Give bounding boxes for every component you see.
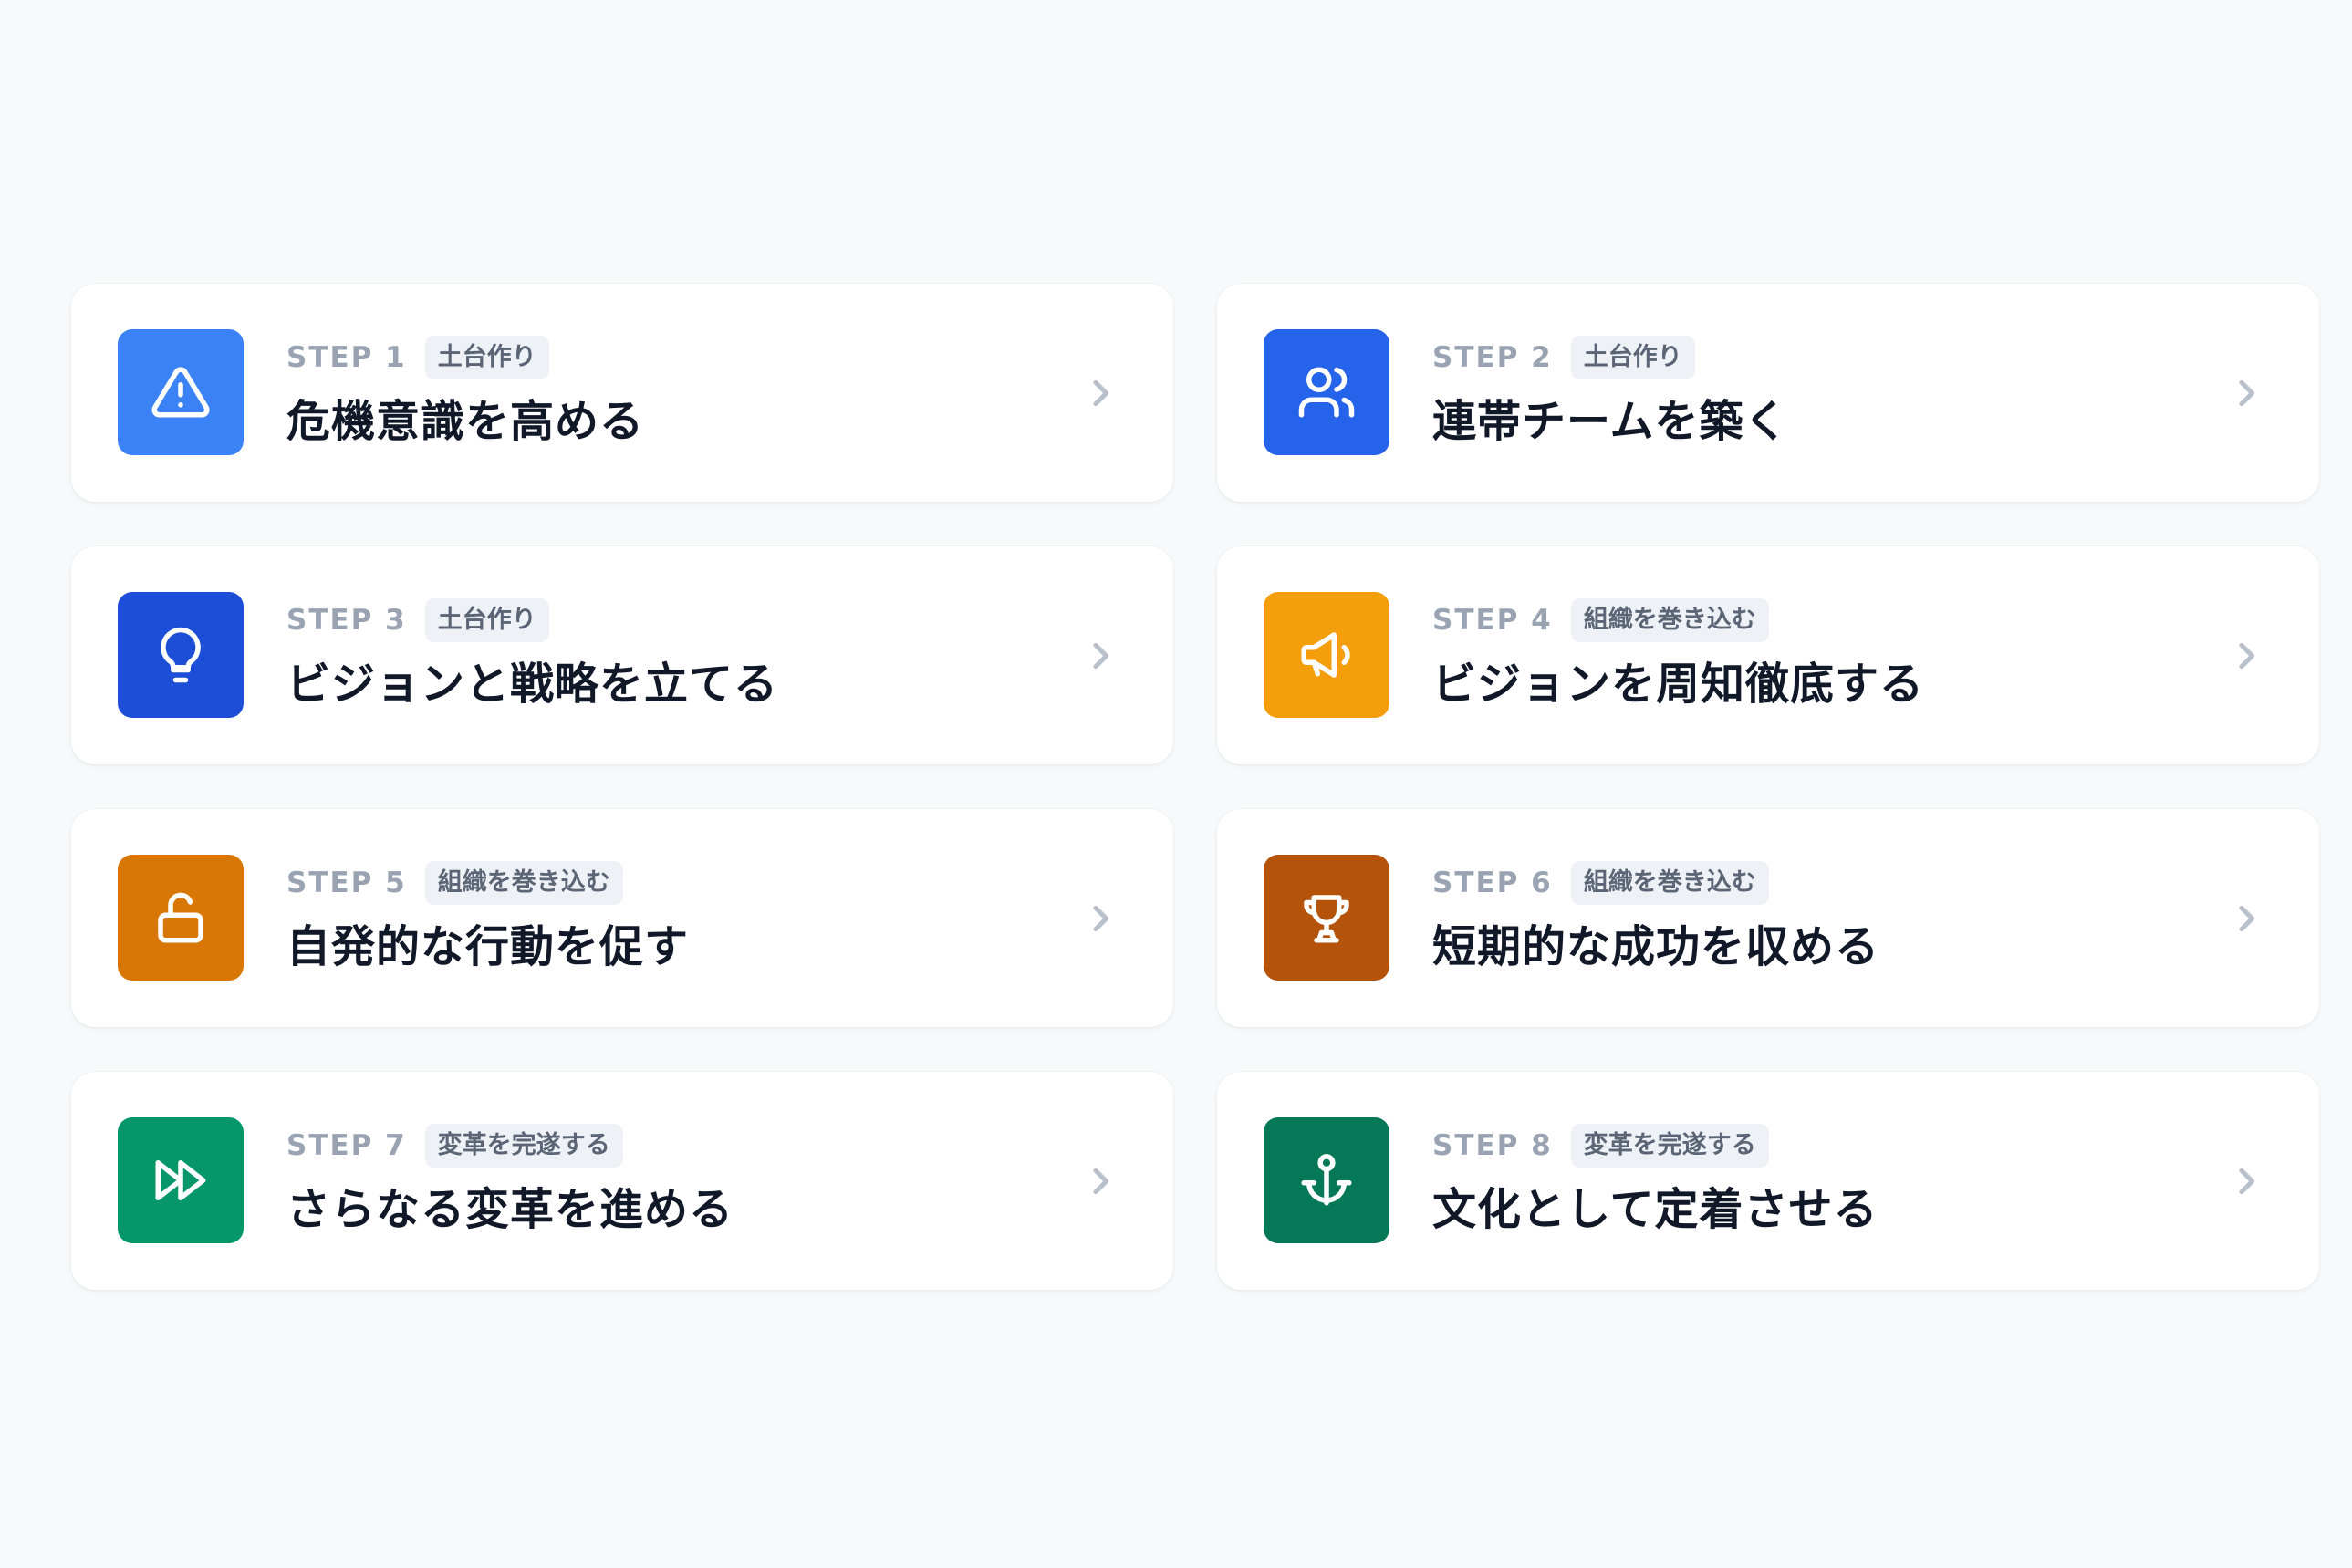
step-card-7[interactable]: STEP 7 変革を完遂する さらなる変革を進める (71, 1072, 1173, 1290)
step-text: STEP 7 変革を完遂する さらなる変革を進める (286, 1122, 734, 1237)
phase-badge: 組織を巻き込む (1570, 861, 1769, 905)
lightbulb-icon (161, 627, 201, 683)
phase-badge: 土台作り (424, 598, 549, 642)
step-text: STEP 3 土台作り ビジョンと戦略を立てる (286, 597, 778, 711)
step-meta: STEP 3 土台作り (286, 597, 778, 644)
step-number: STEP 8 (1432, 1129, 1553, 1162)
step-title: ビジョンと戦略を立てる (286, 659, 779, 710)
chevron-right-icon (1082, 900, 1119, 937)
step-icon-tile (1264, 1117, 1389, 1243)
step-number: STEP 7 (286, 1129, 407, 1162)
step-title: 短期的な成功を収める (1432, 921, 1880, 972)
steps-grid: STEP 1 土台作り 危機意識を高める STEP 2 土台作り 連帯チームを築… (71, 284, 2319, 1290)
step-text: STEP 1 土台作り 危機意識を高める (286, 334, 644, 449)
step-icon-tile (118, 1117, 244, 1243)
phase-badge: 組織を巻き込む (424, 861, 623, 905)
step-number: STEP 2 (1432, 341, 1553, 374)
phase-badge: 組織を巻き込む (1570, 598, 1769, 642)
step-card-1[interactable]: STEP 1 土台作り 危機意識を高める (71, 284, 1173, 502)
chevron-right-icon (1082, 375, 1119, 411)
anchor-icon (1301, 1154, 1352, 1206)
step-icon-tile (1264, 592, 1389, 718)
step-card-4[interactable]: STEP 4 組織を巻き込む ビジョンを周知徹底する (1217, 546, 2319, 764)
step-title: 自発的な行動を促す (286, 921, 690, 972)
trophy-icon (1304, 895, 1349, 943)
unlock-icon (158, 892, 203, 943)
step-card-8[interactable]: STEP 8 変革を完遂する 文化として定着させる (1217, 1072, 2319, 1290)
step-icon-tile (118, 329, 244, 455)
step-meta: STEP 7 変革を完遂する (286, 1122, 734, 1169)
users-icon (1298, 367, 1355, 418)
step-number: STEP 5 (286, 867, 407, 899)
chevron-right-icon (1082, 1163, 1119, 1199)
chevron-right-icon (2228, 638, 2264, 674)
step-text: STEP 4 組織を巻き込む ビジョンを周知徹底する (1432, 597, 1924, 711)
step-number: STEP 1 (286, 341, 407, 374)
step-text: STEP 6 組織を巻き込む 短期的な成功を収める (1432, 859, 1879, 974)
step-text: STEP 2 土台作り 連帯チームを築く (1432, 334, 1789, 449)
step-icon-tile (1264, 855, 1389, 981)
step-number: STEP 3 (286, 604, 407, 637)
step-title: ビジョンを周知徹底する (1432, 659, 1925, 710)
fast-forward-icon (155, 1160, 206, 1200)
megaphone-icon (1301, 632, 1350, 678)
step-meta: STEP 6 組織を巻き込む (1432, 859, 1879, 907)
step-icon-tile (1264, 329, 1389, 455)
warning-triangle-icon (151, 367, 210, 418)
step-text: STEP 5 組織を巻き込む 自発的な行動を促す (286, 859, 689, 974)
step-meta: STEP 4 組織を巻き込む (1432, 597, 1924, 644)
chevron-right-icon (2228, 900, 2264, 937)
step-title: 危機意識を高める (286, 396, 645, 447)
phase-badge: 土台作り (1570, 336, 1695, 379)
step-number: STEP 4 (1432, 604, 1553, 637)
chevron-right-icon (1082, 638, 1119, 674)
step-meta: STEP 8 変革を完遂する (1432, 1122, 1878, 1169)
step-card-2[interactable]: STEP 2 土台作り 連帯チームを築く (1217, 284, 2319, 502)
chevron-right-icon (2228, 1163, 2264, 1199)
step-meta: STEP 1 土台作り (286, 334, 644, 381)
step-text: STEP 8 変革を完遂する 文化として定着させる (1432, 1122, 1878, 1237)
phase-badge: 変革を完遂する (424, 1124, 623, 1168)
step-number: STEP 6 (1432, 867, 1553, 899)
step-card-3[interactable]: STEP 3 土台作り ビジョンと戦略を立てる (71, 546, 1173, 764)
phase-badge: 土台作り (424, 336, 549, 379)
step-icon-tile (118, 592, 244, 718)
step-icon-tile (118, 855, 244, 981)
step-title: 文化として定着させる (1432, 1184, 1878, 1235)
step-meta: STEP 2 土台作り (1432, 334, 1789, 381)
step-title: さらなる変革を進める (286, 1184, 734, 1235)
step-card-6[interactable]: STEP 6 組織を巻き込む 短期的な成功を収める (1217, 809, 2319, 1027)
phase-badge: 変革を完遂する (1570, 1124, 1769, 1168)
step-title: 連帯チームを築く (1432, 396, 1789, 447)
step-card-5[interactable]: STEP 5 組織を巻き込む 自発的な行動を促す (71, 809, 1173, 1027)
chevron-right-icon (2228, 375, 2264, 411)
step-meta: STEP 5 組織を巻き込む (286, 859, 689, 907)
